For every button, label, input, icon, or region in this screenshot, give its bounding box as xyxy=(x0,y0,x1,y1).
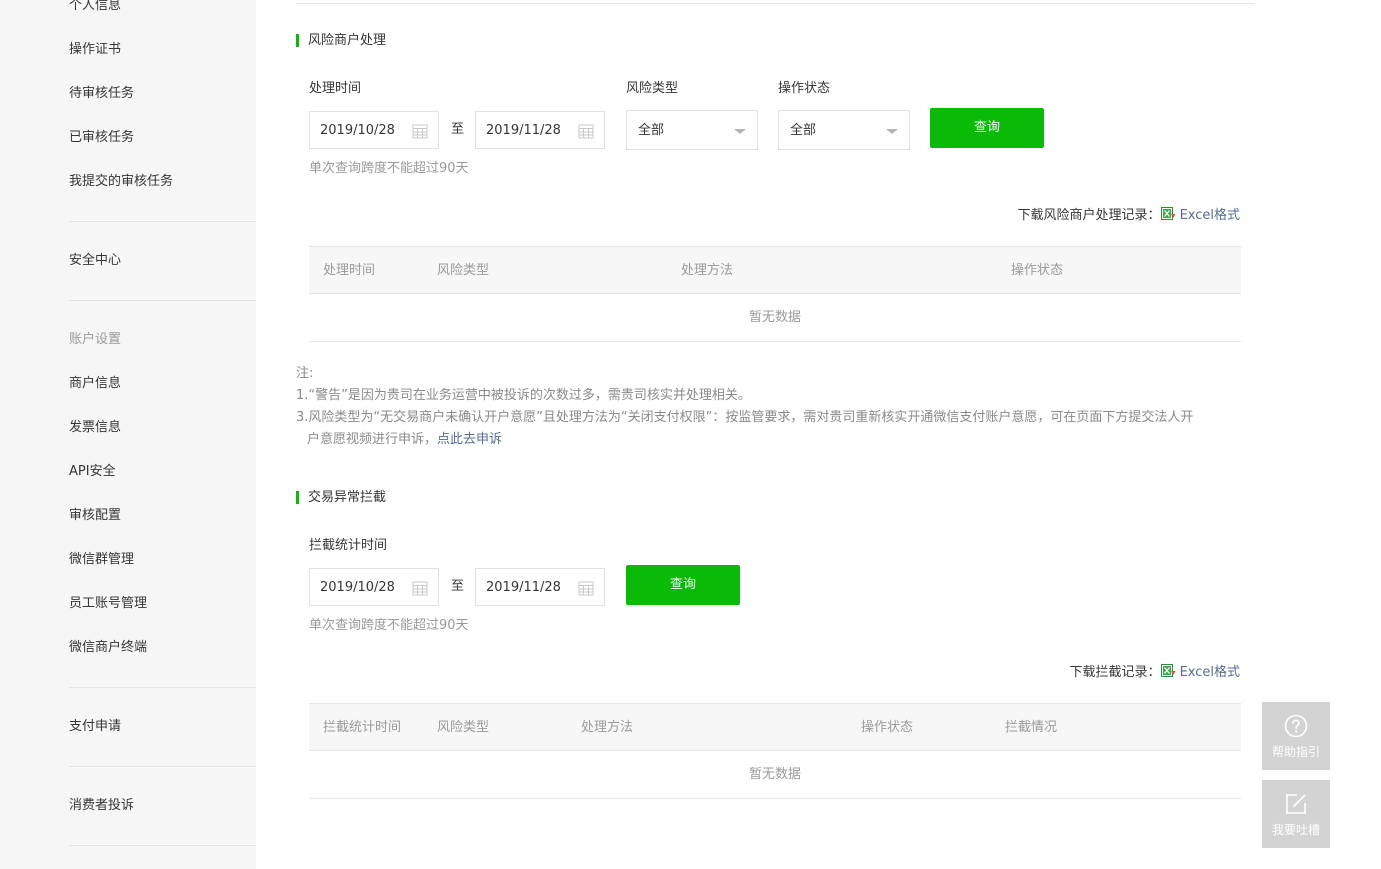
risk-start-date-value: 2019/10/28 xyxy=(320,123,395,138)
excel-icon xyxy=(1160,207,1176,220)
intercept-time-label: 拦截统计时间 xyxy=(309,538,388,553)
sidebar-item-my-submitted[interactable]: 我提交的审核任务 xyxy=(69,174,173,190)
intercept-download-row: 下载拦截记录： Excel格式 xyxy=(1070,664,1240,681)
intercept-download-excel-link[interactable]: Excel格式 xyxy=(1180,665,1240,680)
sidebar-item-consumer-complaint[interactable]: 消费者投诉 xyxy=(69,798,134,814)
risk-download-excel-link[interactable]: Excel格式 xyxy=(1180,208,1240,223)
caret-down-icon xyxy=(734,129,746,134)
risk-date-separator: 至 xyxy=(451,122,465,137)
sidebar-item-security-center[interactable]: 安全中心 xyxy=(69,253,121,269)
intercept-col-method: 处理方法 xyxy=(581,720,634,735)
intercept-col-type: 风险类型 xyxy=(437,720,490,735)
risk-type-select[interactable]: 全部 xyxy=(626,110,758,150)
notes-line-3b: 户意愿视频进行申诉， xyxy=(307,432,438,447)
calendar-icon xyxy=(578,581,594,596)
sidebar-item-pending-review[interactable]: 待审核任务 xyxy=(69,86,134,102)
intercept-table-empty-row: 暂无数据 xyxy=(309,751,1241,799)
risk-query-button[interactable]: 查询 xyxy=(930,108,1044,148)
sidebar-divider xyxy=(69,845,256,846)
sidebar-item-merchant-info[interactable]: 商户信息 xyxy=(69,376,121,392)
risk-col-time: 处理时间 xyxy=(323,263,376,278)
sidebar-item-wechat-group[interactable]: 微信群管理 xyxy=(69,552,134,568)
risk-table: 处理时间 风险类型 处理方法 操作状态 暂无数据 xyxy=(309,246,1241,342)
help-guide-label: 帮助指引 xyxy=(1271,745,1320,759)
intercept-date-separator: 至 xyxy=(451,579,465,594)
intercept-end-date-input[interactable]: 2019/11/28 xyxy=(475,568,605,606)
sidebar-item-merchant-terminal[interactable]: 微信商户终端 xyxy=(69,640,147,656)
notes-heading: 注: xyxy=(296,366,314,381)
risk-end-date-value: 2019/11/28 xyxy=(486,123,561,138)
intercept-table: 拦截统计时间 风险类型 处理方法 操作状态 拦截情况 暂无数据 xyxy=(309,703,1241,799)
excel-icon xyxy=(1160,664,1176,677)
risk-download-label: 下载风险商户处理记录： xyxy=(1017,208,1161,223)
intercept-query-button[interactable]: 查询 xyxy=(626,565,740,605)
risk-time-label: 处理时间 xyxy=(309,81,362,96)
notes-line-3a: 3.风险类型为“无交易商户未确认开户意愿”且处理方法为“关闭支付权限”：按监管要… xyxy=(296,410,1194,425)
notes-line-1: 1.“警告”是因为贵司在业务运营中被投诉的次数过多，需贵司核实并处理相关。 xyxy=(296,388,751,403)
sidebar-item-staff-accounts[interactable]: 员工账号管理 xyxy=(69,596,147,612)
question-icon xyxy=(1284,714,1308,738)
feedback-label: 我要吐槽 xyxy=(1271,823,1320,837)
sidebar-item-reviewed[interactable]: 已审核任务 xyxy=(69,130,134,146)
sidebar: 个人信息 操作证书 待审核任务 已审核任务 我提交的审核任务 安全中心 账户设置… xyxy=(0,0,256,869)
sidebar-divider xyxy=(69,766,256,767)
calendar-icon xyxy=(412,581,428,596)
intercept-col-time: 拦截统计时间 xyxy=(323,720,402,735)
help-guide-button[interactable]: 帮助指引 xyxy=(1262,702,1330,770)
risk-section-title: 风险商户处理 xyxy=(296,33,386,49)
intercept-table-empty-text: 暂无数据 xyxy=(748,767,801,782)
op-status-value: 全部 xyxy=(790,123,817,138)
risk-table-empty-row: 暂无数据 xyxy=(309,294,1241,342)
risk-download-row: 下载风险商户处理记录： Excel格式 xyxy=(1018,207,1240,224)
risk-end-date-input[interactable]: 2019/11/28 xyxy=(475,111,605,149)
risk-type-label: 风险类型 xyxy=(626,81,679,96)
caret-down-icon xyxy=(886,129,898,134)
risk-start-date-input[interactable]: 2019/10/28 xyxy=(309,111,439,149)
intercept-end-date-value: 2019/11/28 xyxy=(486,580,561,595)
intercept-table-header: 拦截统计时间 风险类型 处理方法 操作状态 拦截情况 xyxy=(309,703,1241,751)
intercept-col-status: 操作状态 xyxy=(861,720,914,735)
sidebar-group-account-settings: 账户设置 xyxy=(69,332,122,347)
sidebar-item-personal-info[interactable]: 个人信息 xyxy=(69,0,121,14)
risk-table-header: 处理时间 风险类型 处理方法 操作状态 xyxy=(309,246,1241,294)
notes-block: 注: 1.“警告”是因为贵司在业务运营中被投诉的次数过多，需贵司核实并处理相关。… xyxy=(296,363,1256,451)
intercept-download-label: 下载拦截记录： xyxy=(1069,665,1161,680)
notes-line-3b-row: 户意愿视频进行申诉，点此去申诉 xyxy=(296,429,1256,451)
top-divider xyxy=(296,3,1254,4)
sidebar-item-api-security[interactable]: API安全 xyxy=(69,464,116,480)
risk-col-type: 风险类型 xyxy=(437,263,490,278)
intercept-start-date-input[interactable]: 2019/10/28 xyxy=(309,568,439,606)
op-status-select[interactable]: 全部 xyxy=(778,110,910,150)
risk-type-value: 全部 xyxy=(638,123,665,138)
sidebar-divider xyxy=(69,300,256,301)
sidebar-item-pay-apply[interactable]: 支付申请 xyxy=(69,719,121,735)
calendar-icon xyxy=(412,124,428,139)
edit-icon xyxy=(1286,794,1306,814)
calendar-icon xyxy=(578,124,594,139)
sidebar-divider xyxy=(69,221,256,222)
intercept-query-hint: 单次查询跨度不能超过90天 xyxy=(309,618,469,633)
sidebar-divider xyxy=(69,687,256,688)
op-status-label: 操作状态 xyxy=(778,81,831,96)
risk-col-method: 处理方法 xyxy=(681,263,734,278)
sidebar-item-operation-cert[interactable]: 操作证书 xyxy=(69,42,121,58)
appeal-link[interactable]: 点此去申诉 xyxy=(437,432,502,447)
risk-query-hint: 单次查询跨度不能超过90天 xyxy=(309,161,469,176)
sidebar-item-review-config[interactable]: 审核配置 xyxy=(69,508,121,524)
intercept-col-result: 拦截情况 xyxy=(1005,720,1058,735)
risk-col-status: 操作状态 xyxy=(1011,263,1064,278)
sidebar-item-invoice-info[interactable]: 发票信息 xyxy=(69,420,121,436)
feedback-button[interactable]: 我要吐槽 xyxy=(1262,780,1330,848)
intercept-start-date-value: 2019/10/28 xyxy=(320,580,395,595)
intercept-section-title: 交易异常拦截 xyxy=(296,490,386,506)
risk-table-empty-text: 暂无数据 xyxy=(748,310,801,325)
